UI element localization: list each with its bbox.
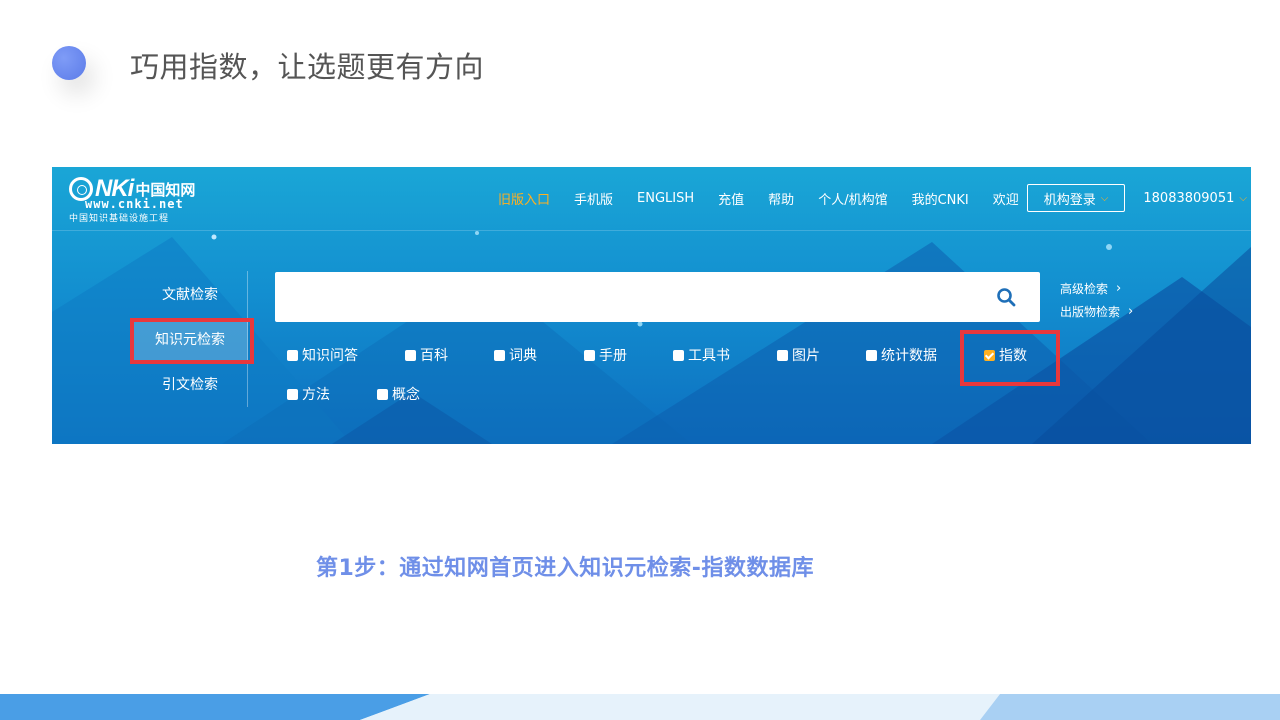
option-label: 图片 (792, 348, 820, 364)
tab-citation-search[interactable]: 引文检索 (132, 365, 248, 405)
option-dictionary[interactable]: 词典 (494, 345, 537, 365)
logo-subtitle: 中国知识基础设施工程 (69, 214, 170, 224)
nav-recharge[interactable]: 充值 (718, 189, 744, 208)
footer-decoration (0, 694, 1280, 720)
option-statistics[interactable]: 统计数据 (866, 345, 937, 365)
chevron-down-icon: ⌵ (1100, 192, 1109, 204)
nav-english[interactable]: ENGLISH (637, 191, 694, 206)
advanced-search-label: 高级检索 (1060, 282, 1109, 296)
option-images[interactable]: 图片 (777, 345, 820, 365)
checkbox[interactable] (287, 349, 298, 361)
nav-help[interactable]: 帮助 (768, 189, 794, 208)
search-icon[interactable] (996, 287, 1016, 307)
nav-personal-library[interactable]: 个人/机构馆 (818, 189, 887, 208)
checkbox[interactable] (673, 349, 684, 361)
checkbox[interactable] (494, 349, 505, 361)
checkbox[interactable] (405, 349, 416, 361)
option-label: 词典 (509, 348, 537, 364)
top-bar: NKi 中国知网 www.cnki.net 中国知识基础设施工程 旧版入口 手机… (52, 167, 1251, 231)
top-nav: 旧版入口 手机版 ENGLISH 充值 帮助 个人/机构馆 我的CNKI 欢迎 … (498, 183, 1247, 213)
publication-search-link[interactable]: 出版物检索 › (1060, 300, 1133, 323)
login-label: 机构登录 (1043, 192, 1096, 208)
cnki-homepage-screenshot: NKi 中国知网 www.cnki.net 中国知识基础设施工程 旧版入口 手机… (52, 167, 1251, 444)
logo-url: www.cnki.net (85, 197, 184, 211)
option-label: 百科 (420, 348, 448, 364)
checkbox[interactable] (287, 388, 298, 400)
institution-login-button[interactable]: 机构登录 ⌵ (1026, 184, 1126, 212)
chevron-right-icon: › (1128, 304, 1134, 319)
option-label: 知识问答 (302, 348, 358, 364)
option-concept[interactable]: 概念 (377, 384, 420, 404)
option-method[interactable]: 方法 (287, 384, 330, 404)
nav-mobile[interactable]: 手机版 (574, 189, 613, 208)
extra-search-links: 高级检索 › 出版物检索 › (1060, 277, 1133, 323)
option-label: 手册 (599, 348, 627, 364)
option-label: 工具书 (688, 348, 730, 364)
checkbox[interactable] (584, 349, 595, 361)
index-option-highlight-box (960, 330, 1060, 386)
checkbox[interactable] (777, 349, 788, 361)
cnki-logo[interactable]: NKi 中国知网 www.cnki.net 中国知识基础设施工程 (69, 175, 195, 224)
option-label: 概念 (392, 387, 420, 403)
welcome-text: 欢迎 (992, 192, 1019, 208)
user-menu[interactable]: 18083809051 ⌵ (1143, 191, 1247, 206)
option-label: 方法 (302, 387, 330, 403)
option-label: 统计数据 (881, 348, 937, 364)
nav-my-cnki[interactable]: 我的CNKI (912, 189, 969, 208)
option-qa[interactable]: 知识问答 (287, 345, 358, 365)
option-encyclopedia[interactable]: 百科 (405, 345, 448, 365)
knowledge-tab-highlight-box (130, 318, 254, 364)
nav-old-entry[interactable]: 旧版入口 (498, 189, 550, 208)
tab-literature-search[interactable]: 文献检索 (132, 275, 248, 315)
checkbox[interactable] (377, 388, 388, 400)
slide-title: 巧用指数，让选题更有方向 (130, 50, 485, 84)
search-box[interactable] (275, 272, 1040, 322)
search-input[interactable] (275, 272, 975, 322)
advanced-search-link[interactable]: 高级检索 › (1060, 277, 1133, 300)
checkbox[interactable] (866, 349, 877, 361)
option-reference-book[interactable]: 工具书 (673, 345, 730, 365)
user-account: 18083809051 (1143, 190, 1235, 206)
chevron-down-icon: ⌵ (1239, 192, 1247, 204)
title-bullet-dot (52, 46, 86, 80)
publication-search-label: 出版物检索 (1060, 305, 1121, 319)
step-caption: 第1步：通过知网首页进入知识元检索-指数数据库 (316, 556, 814, 581)
chevron-right-icon: › (1116, 281, 1122, 296)
option-handbook[interactable]: 手册 (584, 345, 627, 365)
